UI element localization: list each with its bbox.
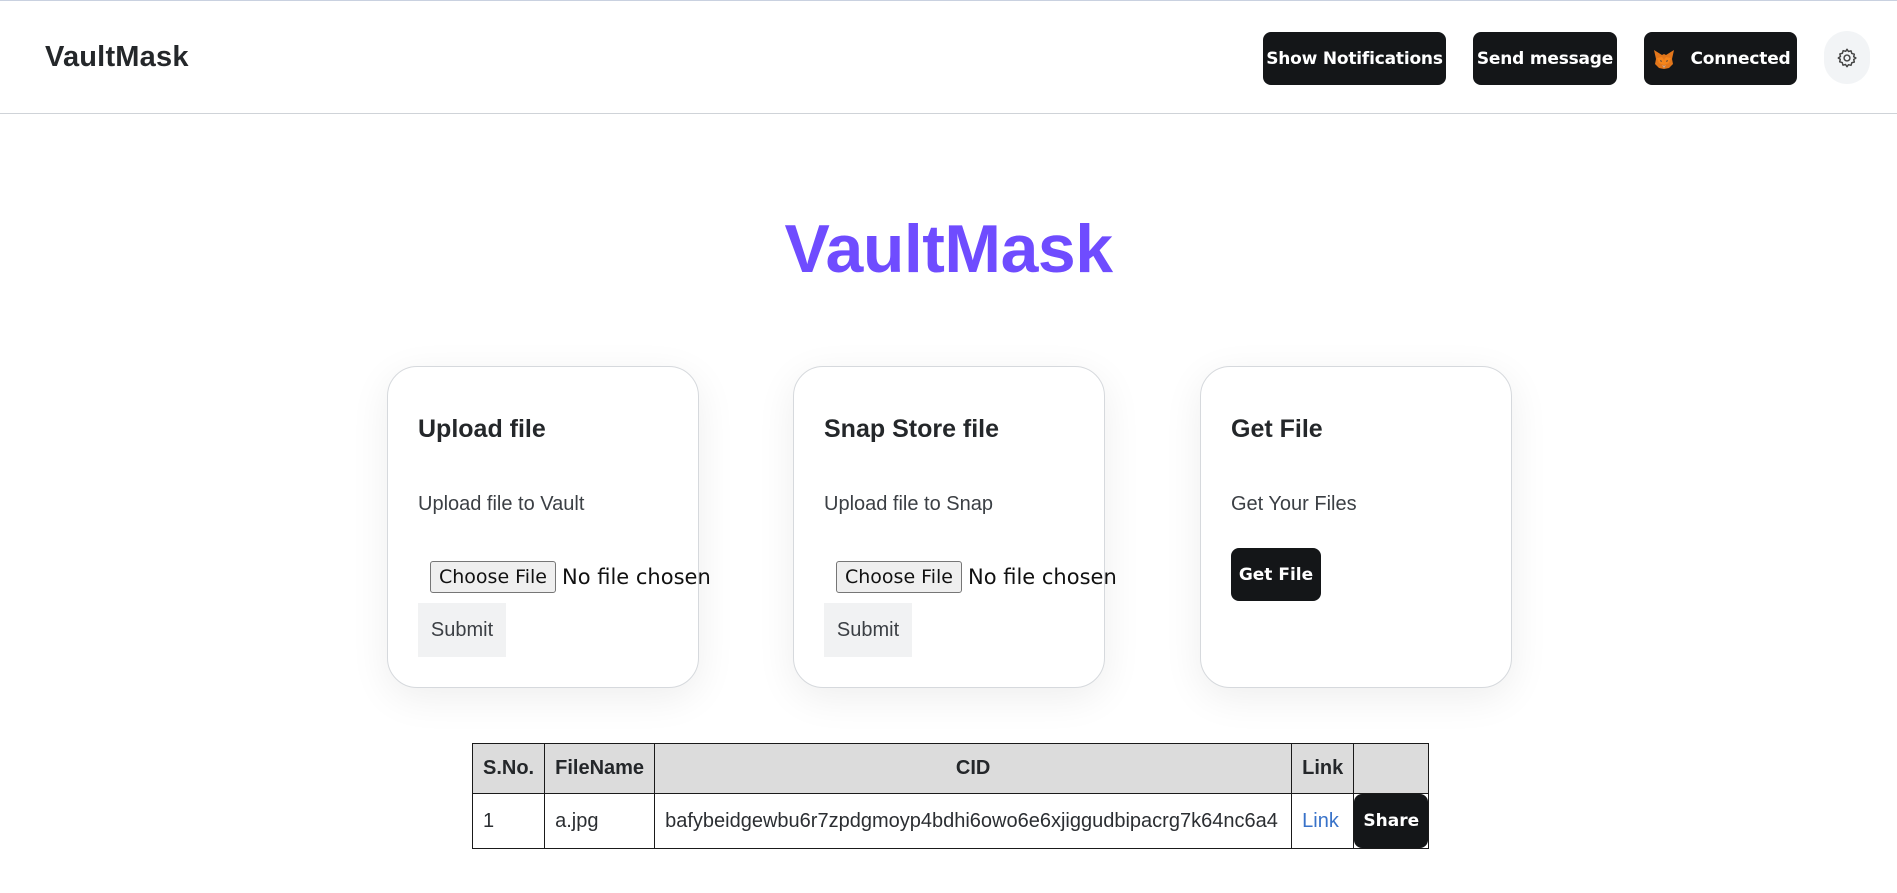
snap-store-file-card: Snap Store file Upload file to Snap Choo… bbox=[793, 366, 1117, 688]
table-row: 1 a.jpg bafybeidgewbu6r7zpdgmoyp4bdhi6ow… bbox=[471, 793, 1430, 849]
card-description: Upload file to Vault bbox=[418, 493, 585, 515]
brand-logo[interactable]: VaultMask bbox=[45, 41, 189, 74]
file-input[interactable]: Choose File No file chosen bbox=[836, 561, 1117, 593]
cell-link: Link bbox=[1291, 793, 1355, 849]
table-header-row: S.No. FileName CID Link bbox=[471, 743, 1430, 794]
header-filename: FileName bbox=[544, 743, 656, 794]
cell-share: Share bbox=[1353, 793, 1430, 849]
choose-file-button[interactable]: Choose File bbox=[430, 561, 556, 593]
file-status: No file chosen bbox=[561, 565, 711, 589]
choose-file-button[interactable]: Choose File bbox=[836, 561, 962, 593]
upload-file-card: Upload file Upload file to Vault Choose … bbox=[387, 366, 711, 688]
header-sno: S.No. bbox=[471, 743, 546, 794]
file-input[interactable]: Choose File No file chosen bbox=[430, 561, 711, 593]
page-title: VaultMask bbox=[784, 211, 1113, 287]
connected-button[interactable]: Connected bbox=[1644, 32, 1797, 85]
header-link: Link bbox=[1291, 743, 1355, 794]
show-notifications-button[interactable]: Show Notifications bbox=[1263, 32, 1446, 85]
cell-sno: 1 bbox=[471, 793, 546, 849]
header-cid: CID bbox=[654, 743, 1293, 794]
get-file-card: Get File Get Your Files Get File bbox=[1200, 366, 1512, 688]
header-action bbox=[1353, 743, 1430, 794]
cell-filename: a.jpg bbox=[544, 793, 656, 849]
card-title: Snap Store file bbox=[824, 415, 1000, 443]
cell-cid: bafybeidgewbu6r7zpdgmoyp4bdhi6owo6e6xjig… bbox=[654, 793, 1293, 849]
send-message-button[interactable]: Send message bbox=[1473, 32, 1617, 85]
submit-button[interactable]: Submit bbox=[824, 603, 912, 657]
card-title: Get File bbox=[1231, 415, 1323, 443]
files-table: S.No. FileName CID Link 1 a.jpg bafybeid… bbox=[471, 743, 1430, 849]
submit-button[interactable]: Submit bbox=[418, 603, 506, 657]
app-header: VaultMask Show Notifications Send messag… bbox=[0, 1, 1897, 114]
connected-label: Connected bbox=[1690, 48, 1791, 69]
metamask-fox-icon bbox=[1653, 49, 1674, 69]
get-file-button[interactable]: Get File bbox=[1231, 548, 1321, 601]
gear-icon bbox=[1837, 48, 1857, 67]
settings-button[interactable] bbox=[1824, 31, 1870, 84]
card-description: Upload file to Snap bbox=[824, 493, 994, 515]
file-status: No file chosen bbox=[967, 565, 1117, 589]
file-link[interactable]: Link bbox=[1302, 810, 1339, 832]
card-description: Get Your Files bbox=[1231, 493, 1357, 515]
card-title: Upload file bbox=[418, 415, 546, 443]
share-button[interactable]: Share bbox=[1354, 794, 1429, 848]
